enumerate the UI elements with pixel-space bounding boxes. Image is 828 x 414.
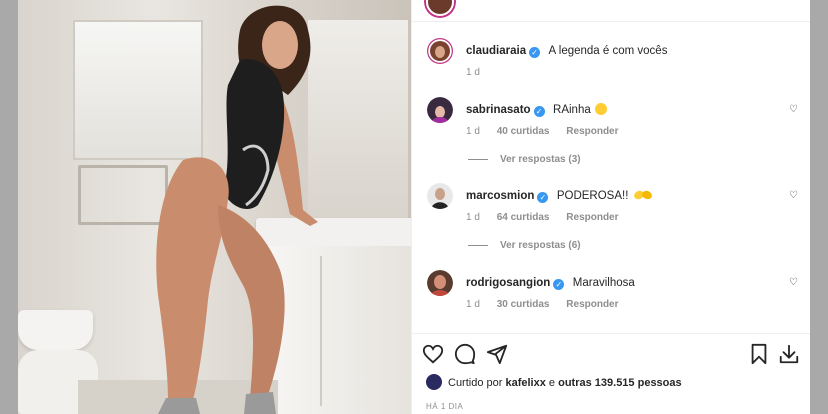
comment-likes[interactable]: 64 curtidas — [497, 212, 550, 223]
view-replies-label: Ver respostas (3) — [500, 154, 581, 165]
author-avatar[interactable] — [424, 0, 456, 18]
clapping-hands-emoji — [634, 190, 652, 200]
comment-likes[interactable]: 40 curtidas — [497, 126, 550, 137]
commenter-avatar[interactable] — [427, 97, 453, 123]
liked-by-user[interactable]: kafelixx — [505, 377, 545, 389]
comment-like-heart-icon[interactable]: ♡ — [789, 191, 799, 201]
comment-text: RAinha — [553, 104, 591, 116]
replies-divider — [468, 244, 488, 246]
heart-eyes-emoji — [595, 103, 608, 115]
comment-username[interactable]: sabrinasato — [466, 104, 531, 116]
liked-by-middle: e — [548, 377, 556, 389]
post-photo[interactable] — [18, 0, 411, 414]
reply-button[interactable]: Responder — [566, 299, 618, 310]
verified-badge-icon: ✓ — [533, 106, 545, 117]
liked-by-avatar[interactable] — [426, 374, 442, 390]
view-replies-button[interactable]: Ver respostas (3) — [468, 154, 581, 165]
comment-text: Maravilhosa — [572, 277, 635, 289]
reply-button[interactable]: Responder — [566, 126, 618, 137]
comment-icon[interactable] — [454, 343, 476, 365]
reply-button[interactable]: Responder — [566, 212, 618, 223]
commenter-avatar[interactable] — [427, 270, 453, 296]
comment-like-heart-icon[interactable]: ♡ — [789, 105, 799, 115]
caption-avatar[interactable] — [427, 38, 453, 64]
comment-likes[interactable]: 30 curtidas — [497, 299, 550, 310]
comment-time[interactable]: 1 d — [466, 212, 480, 223]
verified-badge-icon: ✓ — [537, 192, 549, 203]
verified-badge-icon: ✓ — [529, 47, 541, 58]
send-icon[interactable] — [486, 343, 508, 365]
replies-divider — [468, 158, 488, 160]
download-icon[interactable] — [778, 343, 800, 365]
liked-by-prefix: Curtido por — [448, 377, 503, 389]
comments-panel: claudiaraia ✓ A legenda é com vocês 1 d s… — [411, 0, 810, 414]
comment-time[interactable]: 1 d — [466, 126, 480, 137]
bookmark-icon[interactable] — [748, 343, 770, 365]
caption-username[interactable]: claudiaraia — [466, 45, 526, 57]
post-timestamp[interactable]: HÁ 1 DIA — [426, 402, 463, 411]
view-replies-label: Ver respostas (6) — [500, 240, 581, 251]
heart-icon[interactable] — [422, 343, 444, 365]
post-viewer: claudiaraia ✓ A legenda é com vocês 1 d s… — [18, 0, 810, 414]
caption-time[interactable]: 1 d — [466, 67, 480, 78]
liked-by-others[interactable]: outras 139.515 pessoas — [558, 377, 682, 389]
commenter-avatar[interactable] — [427, 183, 453, 209]
comment-text: PODEROSA!! — [556, 190, 629, 202]
comment-username[interactable]: marcosmion — [466, 190, 534, 202]
post-header — [412, 0, 810, 22]
comment-username[interactable]: rodrigosangion — [466, 277, 550, 289]
liked-by: Curtido por kafelixx e outras 139.515 pe… — [426, 374, 682, 390]
caption-text: A legenda é com vocês — [548, 45, 668, 57]
verified-badge-icon: ✓ — [553, 279, 565, 290]
view-replies-button[interactable]: Ver respostas (6) — [468, 240, 581, 251]
comment-like-heart-icon[interactable]: ♡ — [789, 278, 799, 288]
comment-time[interactable]: 1 d — [466, 299, 480, 310]
action-bar — [412, 333, 810, 373]
woman-figure — [156, 5, 318, 414]
